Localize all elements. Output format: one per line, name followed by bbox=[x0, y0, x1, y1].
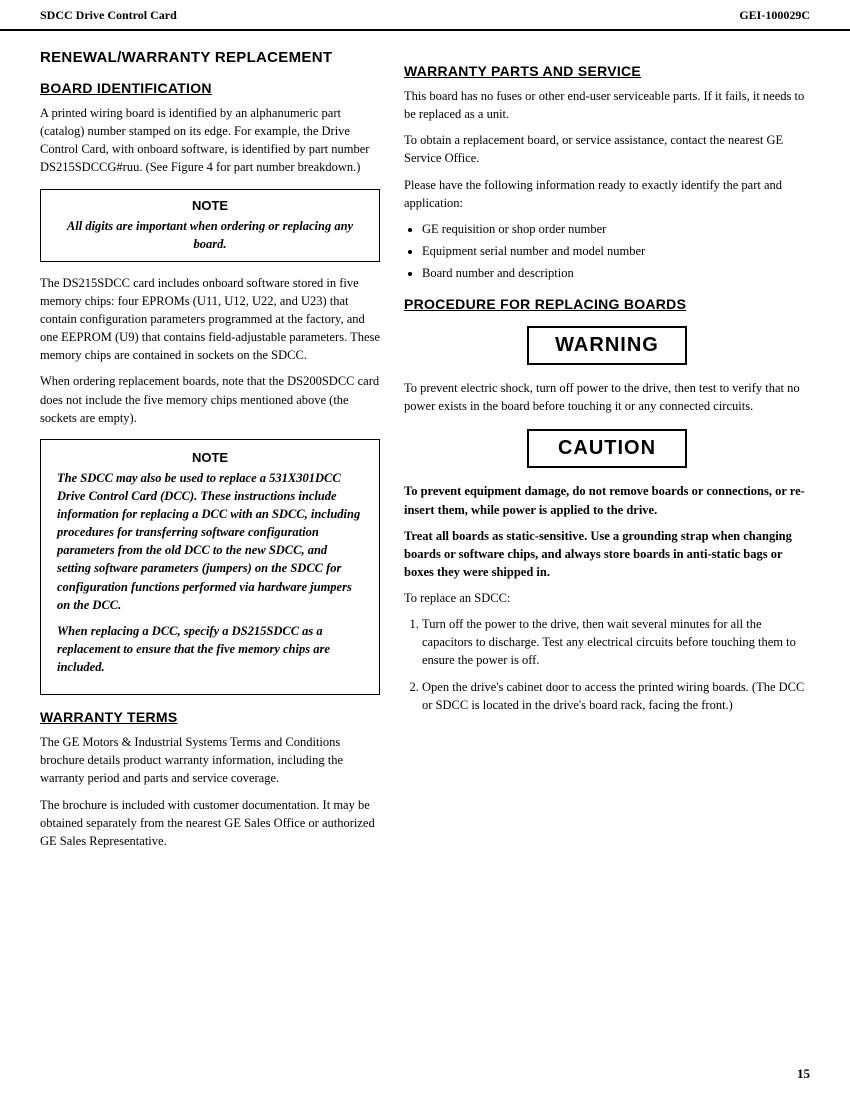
bullet-item-3: Board number and description bbox=[422, 264, 810, 282]
warranty-terms-para2: The brochure is included with customer d… bbox=[40, 796, 380, 850]
warning-label: WARNING bbox=[555, 334, 659, 356]
step-2: Open the drive's cabinet door to access … bbox=[422, 678, 810, 714]
warranty-parts-para1: This board has no fuses or other end-use… bbox=[404, 87, 810, 123]
caution-box: CAUTION bbox=[527, 429, 687, 468]
warning-text: To prevent electric shock, turn off powe… bbox=[404, 379, 810, 415]
page-header: SDCC Drive Control Card GEI-100029C bbox=[0, 0, 850, 31]
warranty-parts-para3: Please have the following information re… bbox=[404, 176, 810, 212]
warranty-parts-para2: To obtain a replacement board, or servic… bbox=[404, 131, 810, 167]
warranty-terms-title: WARRANTY TERMS bbox=[40, 709, 380, 725]
note1-title: NOTE bbox=[59, 198, 361, 213]
page: SDCC Drive Control Card GEI-100029C RENE… bbox=[0, 0, 850, 1100]
step-1: Turn off the power to the drive, then wa… bbox=[422, 615, 810, 669]
board-id-para2: The DS215SDCC card includes onboard soft… bbox=[40, 274, 380, 365]
warranty-parts-title: WARRANTY PARTS AND SERVICE bbox=[404, 63, 810, 79]
note-box-2: NOTE The SDCC may also be used to replac… bbox=[40, 439, 380, 695]
main-title: RENEWAL/WARRANTY REPLACEMENT bbox=[40, 49, 380, 66]
note2-title: NOTE bbox=[57, 450, 363, 465]
note1-content: All digits are important when ordering o… bbox=[59, 217, 361, 253]
procedure-steps: Turn off the power to the drive, then wa… bbox=[422, 615, 810, 714]
content-area: RENEWAL/WARRANTY REPLACEMENT BOARD IDENT… bbox=[0, 31, 850, 858]
right-column: WARRANTY PARTS AND SERVICE This board ha… bbox=[404, 49, 810, 858]
board-id-title: BOARD IDENTIFICATION bbox=[40, 80, 380, 96]
bullet-item-1: GE requisition or shop order number bbox=[422, 220, 810, 238]
bullet-item-2: Equipment serial number and model number bbox=[422, 242, 810, 260]
caution-text2: Treat all boards as static-sensitive. Us… bbox=[404, 527, 810, 581]
procedure-title: PROCEDURE FOR REPLACING BOARDS bbox=[404, 296, 810, 312]
note2-para2: When replacing a DCC, specify a DS215SDC… bbox=[57, 622, 363, 676]
page-footer: 15 bbox=[797, 1066, 810, 1082]
note2-para1: The SDCC may also be used to replace a 5… bbox=[57, 469, 363, 614]
board-id-para3: When ordering replacement boards, note t… bbox=[40, 372, 380, 426]
note-box-1: NOTE All digits are important when order… bbox=[40, 189, 380, 262]
procedure-intro: To replace an SDCC: bbox=[404, 589, 810, 607]
caution-text1: To prevent equipment damage, do not remo… bbox=[404, 482, 810, 518]
warranty-terms-para1: The GE Motors & Industrial Systems Terms… bbox=[40, 733, 380, 787]
warning-box: WARNING bbox=[527, 326, 687, 365]
warranty-parts-bullets: GE requisition or shop order number Equi… bbox=[422, 220, 810, 282]
header-left: SDCC Drive Control Card bbox=[40, 8, 177, 23]
header-right: GEI-100029C bbox=[739, 8, 810, 23]
board-id-para1: A printed wiring board is identified by … bbox=[40, 104, 380, 177]
page-number: 15 bbox=[797, 1066, 810, 1081]
caution-label: CAUTION bbox=[558, 437, 656, 459]
left-column: RENEWAL/WARRANTY REPLACEMENT BOARD IDENT… bbox=[40, 49, 380, 858]
